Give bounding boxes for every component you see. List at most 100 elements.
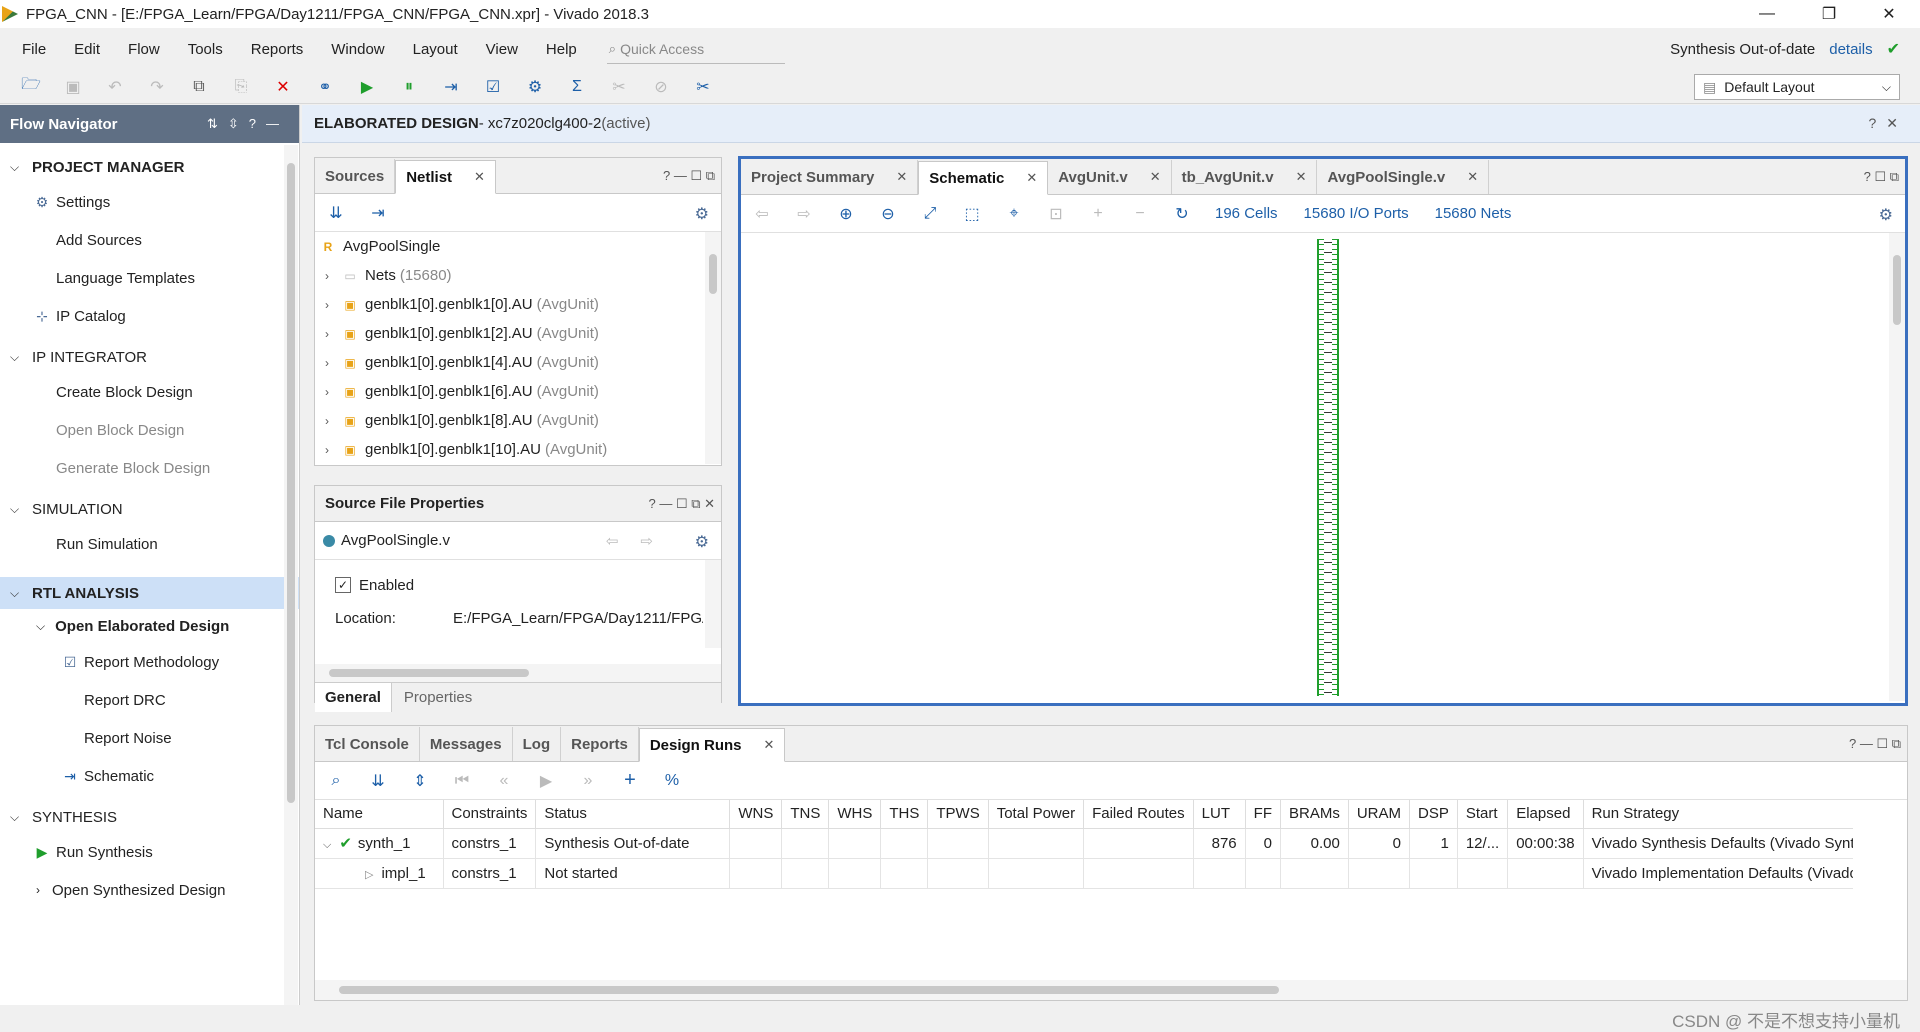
nav-open-synthesized-design[interactable]: › Open Synthesized Design: [0, 871, 299, 909]
tab-general[interactable]: General: [315, 683, 392, 712]
nets-link[interactable]: 15680 Nets: [1435, 205, 1512, 222]
collapse-icon[interactable]: −: [1119, 205, 1161, 223]
io-ports-link[interactable]: 15680 I/O Ports: [1304, 205, 1409, 222]
props-scrollbar[interactable]: [705, 560, 721, 648]
tab-messages[interactable]: Messages: [420, 727, 513, 761]
netlist-nets[interactable]: › ▭ Nets (15680): [315, 261, 721, 290]
save-icon[interactable]: ▣: [52, 72, 94, 102]
flow-nav-scrollbar[interactable]: [284, 145, 298, 1005]
menu-file[interactable]: File: [0, 41, 60, 58]
table-row[interactable]: ⌵ ✔ synth_1 constrs_1 Synthesis Out-of-dat…: [315, 828, 1854, 859]
tab-netlist[interactable]: Netlist ✕: [395, 160, 496, 194]
nav-run-simulation[interactable]: Run Simulation: [0, 525, 299, 563]
gear-icon[interactable]: ⚙: [695, 204, 709, 224]
open-project-icon[interactable]: 🗁: [10, 72, 52, 102]
report-icon[interactable]: ☑: [472, 72, 514, 102]
redo-icon[interactable]: ↷: [136, 72, 178, 102]
menu-reports[interactable]: Reports: [237, 41, 318, 58]
quick-access-input[interactable]: ⌕ Quick Access: [606, 34, 785, 64]
nav-open-elaborated-design[interactable]: ⌵ Open Elaborated Design: [0, 609, 299, 643]
export-icon[interactable]: ⇥: [430, 72, 472, 102]
menu-flow[interactable]: Flow: [114, 41, 174, 58]
tab-project-summary[interactable]: Project Summary ✕: [741, 160, 919, 194]
col-elapsed[interactable]: Elapsed: [1507, 800, 1584, 829]
panel-controls[interactable]: ? — ☐ ⧉: [1849, 726, 1901, 762]
netlist-row[interactable]: › ▣ genblk1[0].genblk1[2].AU (AvgUnit): [315, 319, 721, 348]
col-ths[interactable]: THS: [880, 800, 929, 829]
gear-icon[interactable]: ⚙: [695, 532, 709, 552]
enabled-checkbox[interactable]: ✓ Enabled: [335, 570, 721, 600]
delete-icon[interactable]: ✕: [262, 72, 304, 102]
expand-all-icon[interactable]: ⇕: [399, 771, 441, 791]
tool-disabled-icon-2[interactable]: ⊘: [640, 72, 682, 102]
col-dsp[interactable]: DSP: [1409, 800, 1458, 829]
details-link[interactable]: details: [1829, 41, 1872, 58]
cell-icon[interactable]: ⊡: [1035, 204, 1077, 224]
tab-properties[interactable]: Properties: [392, 683, 484, 712]
tab-design-runs[interactable]: Design Runs ✕: [638, 728, 786, 762]
first-icon[interactable]: ⏮: [441, 772, 483, 790]
schematic-scrollbar[interactable]: [1889, 233, 1905, 701]
flow-nav-controls[interactable]: ⇅⇳?—: [207, 116, 289, 132]
nav-report-drc[interactable]: Report DRC: [0, 681, 299, 719]
table-row[interactable]: ▷ impl_1 constrs_1 Not started Vivado Imp…: [315, 858, 1854, 889]
minimize-button[interactable]: —: [1744, 0, 1790, 28]
nav-add-sources[interactable]: Add Sources: [0, 221, 299, 259]
nav-language-templates[interactable]: Language Templates: [0, 259, 299, 297]
collapse-all-icon[interactable]: ⇊: [357, 771, 399, 791]
nav-arrows[interactable]: ⇦⇨: [606, 532, 675, 550]
find-icon[interactable]: ⚭: [304, 72, 346, 102]
percent-icon[interactable]: %: [651, 772, 693, 790]
previous-icon[interactable]: «: [483, 772, 525, 790]
section-ip-integrator[interactable]: ⌵ IP INTEGRATOR: [0, 341, 299, 373]
paste-icon[interactable]: ⎘: [220, 72, 262, 102]
nav-report-noise[interactable]: Report Noise: [0, 719, 299, 757]
col-run-strategy[interactable]: Run Strategy: [1583, 800, 1854, 829]
layout-select[interactable]: ▤ Default Layout ⌵: [1694, 74, 1900, 100]
tab-log[interactable]: Log: [513, 727, 562, 761]
col-wns[interactable]: WNS: [729, 800, 783, 829]
close-icon[interactable]: ✕: [1296, 169, 1307, 185]
section-project-manager[interactable]: ⌵ PROJECT MANAGER: [0, 151, 299, 183]
schematic-canvas[interactable]: [741, 233, 1905, 701]
close-icon[interactable]: ✕: [1150, 169, 1161, 185]
search-icon[interactable]: ⌕: [315, 772, 357, 790]
nav-report-methodology[interactable]: ☑ Report Methodology: [0, 643, 299, 681]
netlist-row[interactable]: › ▣ genblk1[0].genblk1[4].AU (AvgUnit): [315, 348, 721, 377]
menu-tools[interactable]: Tools: [174, 41, 237, 58]
copy-icon[interactable]: ⧉: [178, 72, 220, 102]
menu-help[interactable]: Help: [532, 41, 591, 58]
menu-layout[interactable]: Layout: [399, 41, 472, 58]
tab-tb-avgunit-v[interactable]: tb_AvgUnit.v ✕: [1172, 160, 1318, 194]
undo-icon[interactable]: ↶: [94, 72, 136, 102]
netlist-row[interactable]: › ▣ genblk1[0].genblk1[8].AU (AvgUnit): [315, 406, 721, 435]
props-hscrollbar[interactable]: [315, 664, 721, 682]
col-lut[interactable]: LUT: [1193, 800, 1246, 829]
netlist-row[interactable]: › ▣ genblk1[0].genblk1[0].AU (AvgUnit): [315, 290, 721, 319]
nav-open-block-design[interactable]: Open Block Design: [0, 411, 299, 449]
netlist-row[interactable]: › ▣ genblk1[0].genblk1[10].AU (AvgUnit): [315, 435, 721, 464]
nav-run-synthesis[interactable]: ▶ Run Synthesis: [0, 833, 299, 871]
forward-icon[interactable]: ⇨: [783, 204, 825, 224]
nav-schematic[interactable]: ⇥ Schematic: [0, 757, 299, 795]
gear-icon[interactable]: ⚙: [1879, 205, 1893, 225]
runs-hscrollbar[interactable]: [315, 980, 1907, 1000]
cut-icon[interactable]: ✂: [682, 72, 724, 102]
col-name[interactable]: Name: [315, 800, 444, 829]
col-failed-routes[interactable]: Failed Routes: [1083, 800, 1194, 829]
tab-schematic[interactable]: Schematic ✕: [918, 161, 1049, 195]
netlist-row[interactable]: › ▣ genblk1[0].genblk1[6].AU (AvgUnit): [315, 377, 721, 406]
panel-controls[interactable]: ? — ☐ ⧉ ✕: [648, 486, 715, 522]
nav-generate-block-design[interactable]: Generate Block Design: [0, 449, 299, 487]
cells-link[interactable]: 196 Cells: [1215, 205, 1278, 222]
panel-controls[interactable]: ? — ☐ ⧉: [663, 158, 715, 194]
back-icon[interactable]: ⇦: [741, 204, 783, 224]
section-synthesis[interactable]: ⌵ SYNTHESIS: [0, 801, 299, 833]
col-total-power[interactable]: Total Power: [988, 800, 1085, 829]
col-tns[interactable]: TNS: [781, 800, 830, 829]
section-simulation[interactable]: ⌵ SIMULATION: [0, 493, 299, 525]
col-start[interactable]: Start: [1457, 800, 1509, 829]
netlist-scrollbar[interactable]: [705, 232, 721, 464]
expand-icon[interactable]: +: [1077, 205, 1119, 223]
refresh-icon[interactable]: ↻: [1161, 204, 1203, 224]
